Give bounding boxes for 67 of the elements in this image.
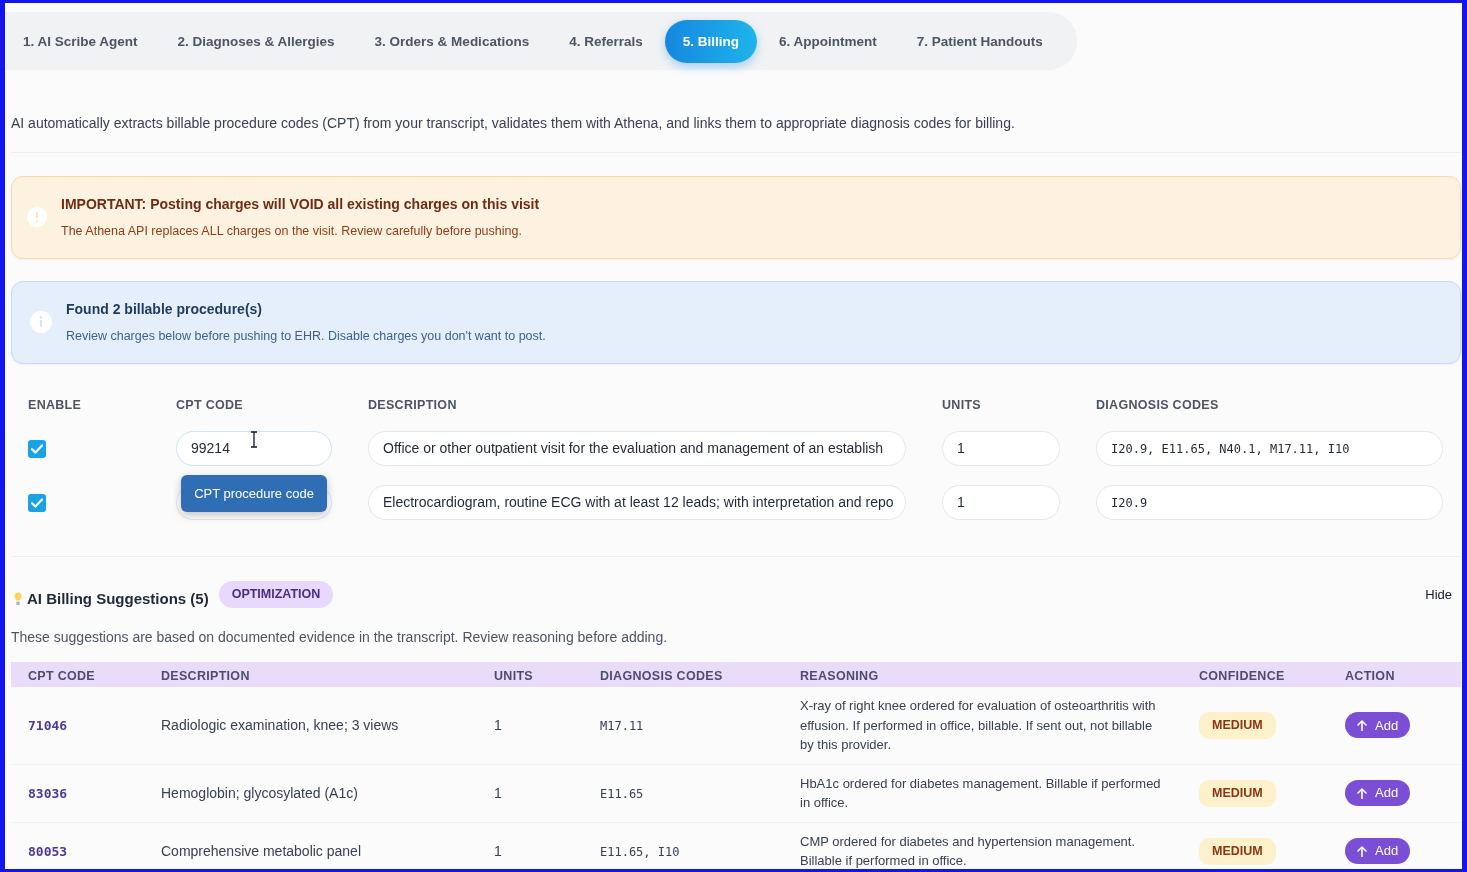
tab[interactable]: 1. AI Scribe Agent	[5, 19, 156, 63]
warning-message: The Athena API replaces ALL charges on the visit. Review carefully before pushing.	[61, 223, 523, 240]
info-title: Found 2 billable procedure(s)	[66, 300, 264, 319]
reasoning-text: X-ray of right knee ordered for evaluation of osteoarthritis with effusion. If performed in office, billable. If sent out, not billable by this provider.	[800, 697, 1157, 754]
add-button[interactable]: Add	[1345, 838, 1411, 864]
units-input[interactable]: 1	[942, 431, 1060, 466]
diagnosis-codes-text: M17.11	[600, 719, 644, 734]
column-header: CPT CODE	[176, 398, 243, 412]
info-message: Review charges below before pushing to EHR. Disable charges you don't want to post.	[66, 328, 546, 345]
column-header: ACTION	[1345, 668, 1395, 683]
cpt-code: 80053	[28, 844, 68, 859]
column-header: DESCRIPTION	[161, 668, 250, 683]
column-header: ENABLE	[28, 398, 82, 412]
checkbox[interactable]	[28, 439, 46, 458]
cpt-code: 83036	[28, 786, 68, 801]
add-button[interactable]: Add	[1345, 780, 1411, 806]
warning-title: IMPORTANT: Posting charges will VOID all existing charges on this visit	[61, 195, 540, 214]
column-header: CONFIDENCE	[1199, 668, 1285, 683]
column-header: UNITS	[494, 668, 533, 683]
confidence-badge: MEDIUM	[1199, 711, 1276, 739]
diagnosis-codes-input[interactable]: I20.9, E11.65, N40.1, M17.11, I10	[1096, 431, 1443, 466]
check-icon	[31, 443, 43, 454]
column-header: REASONING	[800, 668, 879, 683]
units-text: 1	[494, 843, 502, 859]
tab[interactable]: 7. Patient Handouts	[898, 19, 1061, 63]
arrow-up-icon	[1357, 719, 1367, 731]
tab[interactable]: 4. Referrals	[551, 19, 661, 63]
diagnosis-codes-input[interactable]: I20.9	[1096, 485, 1443, 520]
description-text: Comprehensive metabolic panel	[161, 843, 361, 859]
description-text: Radiologic examination, knee; 3 views	[161, 717, 399, 734]
suggestions-title: AI Billing Suggestions (5)	[27, 588, 209, 609]
cpt-code: 71046	[28, 718, 68, 734]
cpt-code-input[interactable]: 99214	[176, 431, 332, 466]
checkbox[interactable]	[28, 493, 46, 512]
column-header: DESCRIPTION	[368, 398, 457, 412]
arrow-up-icon	[1357, 845, 1367, 857]
check-icon	[31, 497, 43, 508]
add-button[interactable]: Add	[1345, 712, 1411, 739]
text-cursor-icon	[250, 431, 258, 448]
column-header: DIAGNOSIS CODES	[1096, 398, 1219, 412]
column-header: UNITS	[942, 398, 981, 412]
tab[interactable]: 6. Appointment	[760, 19, 895, 63]
suggestions-note: These suggestions are based on documented evidence in the transcript. Review reasoning before adding.	[11, 628, 669, 647]
diagnosis-codes-text: E11.65, I10	[600, 845, 680, 859]
diagnosis-codes-text: E11.65	[600, 787, 644, 801]
optimization-badge: OPTIMIZATION	[218, 581, 334, 608]
tab[interactable]: 3. Orders & Medications	[356, 19, 548, 63]
reasoning-text: CMP ordered for diabetes and hypertension management. Billable if performed in office.	[800, 832, 1137, 869]
reasoning-text: HbA1c ordered for diabetes management. Billable if performed in office.	[800, 774, 1162, 812]
arrow-up-icon	[1357, 787, 1367, 799]
column-header: DIAGNOSIS CODES	[600, 668, 723, 683]
description-input[interactable]: Electrocardiogram, routine ECG with at least 12 leads; with interpretation and repo	[368, 485, 906, 520]
intro-text: AI automatically extracts billable procedure codes (CPT) from your transcript, validates them with Athena, and links them to appropriate diagnosis codes for billing.	[11, 114, 1016, 133]
description-text: Hemoglobin; glycosylated (A1c)	[161, 785, 358, 801]
description-input[interactable]: Office or other outpatient visit for the evaluation and management of an establish	[368, 431, 906, 466]
column-header: CPT CODE	[28, 668, 95, 683]
lightbulb-icon	[14, 591, 22, 606]
info-icon	[30, 311, 52, 333]
tab[interactable]: 2. Diagnoses & Allergies	[159, 19, 353, 63]
units-input[interactable]: 1	[942, 485, 1060, 520]
units-text: 1	[494, 785, 502, 801]
alert-icon	[27, 207, 47, 227]
confidence-badge: MEDIUM	[1199, 779, 1276, 807]
hide-button[interactable]: Hide	[1425, 584, 1452, 605]
confidence-badge: MEDIUM	[1199, 837, 1276, 865]
units-text: 1	[494, 717, 502, 734]
tooltip: CPT procedure code	[181, 475, 327, 512]
